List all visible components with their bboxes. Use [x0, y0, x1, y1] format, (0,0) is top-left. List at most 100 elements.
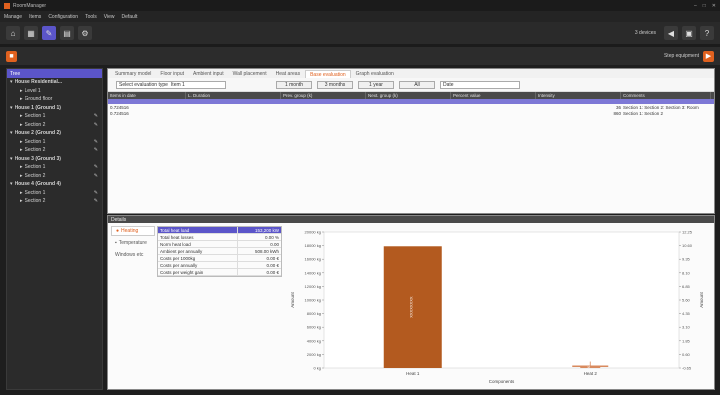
tab-heat-areas[interactable]: Heat areas	[272, 70, 304, 78]
main-panel: Summary model Floor input Ambient input Wal…	[107, 68, 715, 214]
y-tick-label: 12000 kg	[305, 284, 321, 289]
new-icon[interactable]: ■	[6, 50, 17, 62]
tree-item[interactable]: ▸ Section 2 ✎	[7, 121, 102, 130]
edit-item-icon[interactable]: ✎	[94, 122, 98, 128]
column-header[interactable]: L. Duration	[186, 92, 281, 99]
property-row[interactable]: Total heat load 153,200 kW	[158, 227, 281, 234]
property-row[interactable]: Costs per 1000kg 0.00 €	[158, 255, 281, 262]
table-cell	[281, 110, 366, 116]
date-input[interactable]: Date	[440, 80, 520, 89]
tree-item[interactable]: ▸ Level 1	[7, 87, 102, 96]
tab-base-evaluation[interactable]: Base evaluation	[305, 70, 351, 78]
tree-item-label: Ground floor	[24, 96, 53, 103]
tree-item[interactable]: ▸ Section 2 ✎	[7, 146, 102, 155]
column-header[interactable]: Prev. group (k)	[281, 92, 366, 99]
right-y-tick-label: 5.60	[682, 298, 691, 303]
tree-item-label: Section 1	[24, 113, 46, 120]
speaker-icon[interactable]: ◀	[664, 26, 678, 40]
3-months-button[interactable]: 3 months	[317, 80, 353, 89]
collapse-icon[interactable]: ▾	[10, 105, 13, 111]
property-row[interactable]: Total heat losses 0.00 %	[158, 234, 281, 241]
table-cell: 0.724516	[110, 110, 129, 116]
1-month-button[interactable]: 1 month	[276, 80, 312, 89]
property-row[interactable]: Costs per annually 0.00 €	[158, 262, 281, 269]
property-key: Total heat load	[158, 227, 238, 233]
thermometer-icon: ▪	[115, 240, 117, 246]
menu-default[interactable]: Default	[122, 14, 138, 20]
table-cell: Section 1: Section 2	[623, 110, 664, 116]
menu-view[interactable]: View	[104, 14, 115, 20]
step-icon[interactable]: ▶	[703, 50, 714, 62]
column-header[interactable]: Percent value	[451, 92, 536, 99]
close-icon[interactable]: ✕	[712, 3, 716, 9]
tab-ambient-input[interactable]: Ambient input	[189, 70, 228, 78]
menu-manage[interactable]: Manage	[4, 14, 22, 20]
tree-item[interactable]: ▾ House 4 (Ground 4)	[7, 180, 102, 189]
evaluation-type-select[interactable]: Select evaluation type Item 1	[116, 80, 226, 89]
tree-item[interactable]: ▸ Section 1 ✎	[7, 163, 102, 172]
properties-table: Total heat load 153,200 kW Total heat loss…	[157, 226, 282, 277]
tab-wall-placement[interactable]: Wall placement	[229, 70, 271, 78]
home-icon[interactable]: ⌂	[6, 26, 20, 40]
chart-icon[interactable]: ▤	[60, 26, 74, 40]
table-row[interactable]: 0.724516 860 Section 1: Section 2	[108, 110, 714, 116]
menu-tools[interactable]: Tools	[85, 14, 97, 20]
collapse-icon[interactable]: ▾	[10, 130, 13, 136]
tree-item[interactable]: ▾ House 1 (Ground 1)	[7, 104, 102, 113]
property-row[interactable]: Norm heat load 0.00	[158, 241, 281, 248]
item-icon: ▸	[20, 138, 23, 145]
column-header[interactable]: Items in date	[108, 92, 186, 99]
help-icon[interactable]: ?	[700, 26, 714, 40]
collapse-icon[interactable]: ▾	[10, 181, 13, 187]
tree-item-label: Level 1	[24, 87, 41, 94]
column-header[interactable]: Intensity	[536, 92, 621, 99]
tree-item[interactable]: ▾ House 3 (Ground 3)	[7, 155, 102, 164]
collapse-icon[interactable]: ▾	[10, 79, 13, 85]
edit-item-icon[interactable]: ✎	[94, 139, 98, 145]
edit-item-icon[interactable]: ✎	[94, 113, 98, 119]
grid-icon[interactable]: ▦	[24, 26, 38, 40]
edit-item-icon[interactable]: ✎	[94, 198, 98, 204]
tab-temperature[interactable]: ▪ Temperature	[111, 238, 155, 248]
tree-item[interactable]: ▸ Section 1 ✎	[7, 112, 102, 121]
column-header[interactable]: Comments	[621, 92, 711, 99]
edit-icon[interactable]: ✎	[42, 26, 56, 40]
toolbar: ⌂ ▦ ✎ ▤ ⚙ 3 devices ◀ ▣ ?	[0, 22, 720, 44]
tree-item[interactable]: ▾ House Residential...	[7, 78, 102, 87]
details-header: Details	[108, 216, 714, 223]
menu-items[interactable]: Items	[29, 14, 41, 20]
maximize-icon[interactable]: □	[703, 3, 706, 9]
property-row[interactable]: Ambient per annually 508.00 kWh	[158, 248, 281, 255]
property-key: Costs per weight gain	[158, 269, 238, 275]
item-icon: ▸	[20, 121, 23, 128]
edit-item-icon[interactable]: ✎	[94, 190, 98, 196]
right-y-tick-label: 12.25	[682, 230, 693, 235]
tab-graph-evaluation[interactable]: Graph evaluation	[352, 70, 398, 78]
tree-item[interactable]: ▸ Section 1 ✎	[7, 189, 102, 198]
tab-heating[interactable]: ● Heating	[111, 226, 155, 236]
tab-summary-model[interactable]: Summary model	[111, 70, 155, 78]
tree-item[interactable]: ▸ Section 2 ✎	[7, 197, 102, 206]
tree-item[interactable]: ▸ Section 2 ✎	[7, 172, 102, 181]
settings-icon[interactable]: ⚙	[78, 26, 92, 40]
window-icon[interactable]: ▣	[682, 26, 696, 40]
tab-windows[interactable]: Windows etc	[111, 250, 155, 260]
property-key: Costs per annually	[158, 262, 238, 268]
edit-item-icon[interactable]: ✎	[94, 147, 98, 153]
column-header[interactable]: Next. group (k)	[366, 92, 451, 99]
right-y-tick-label: 9.35	[682, 257, 691, 262]
tree-item[interactable]: ▸ Section 1 ✎	[7, 138, 102, 147]
menu-configuration[interactable]: Configuration	[48, 14, 78, 20]
collapse-icon[interactable]: ▾	[10, 156, 13, 162]
property-row[interactable]: Costs per weight gain 0.00 €	[158, 269, 281, 276]
tree-item[interactable]: ▾ House 2 (Ground 2)	[7, 129, 102, 138]
tree-item-label: Section 1	[24, 164, 46, 171]
right-y-tick-label: 0.60	[682, 352, 691, 357]
tree-item[interactable]: ▸ Ground floor	[7, 95, 102, 104]
1-year-button[interactable]: 1 year	[358, 80, 394, 89]
tab-floor-input[interactable]: Floor input	[156, 70, 188, 78]
edit-item-icon[interactable]: ✎	[94, 164, 98, 170]
all-button[interactable]: All	[399, 80, 435, 89]
edit-item-icon[interactable]: ✎	[94, 173, 98, 179]
minimize-icon[interactable]: –	[694, 3, 697, 9]
